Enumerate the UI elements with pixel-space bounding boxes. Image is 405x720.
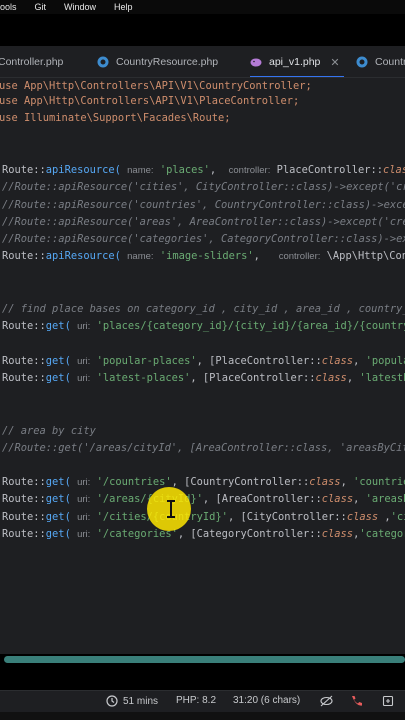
code-line: Route::get( uri: 'popular-places', [Plac… [2, 355, 405, 367]
tab-label: Country [375, 56, 405, 68]
code-comment: //Route::get('/areas/cityId', [AreaContr… [2, 442, 405, 454]
code-comment: // find place bases on category_id , cit… [2, 303, 405, 315]
menu-bar: ools Git Window Help [0, 0, 405, 14]
php-class-icon [356, 56, 368, 68]
horizontal-scrollbar[interactable] [4, 656, 405, 663]
caret-position[interactable]: 31:20 (6 chars) [233, 695, 300, 706]
tab-country-resource[interactable]: CountryResource.php [97, 46, 219, 77]
code-editor[interactable]: use App\Http\Controllers\API\V1\CountryC… [0, 78, 405, 654]
code-comment: // area by city [2, 425, 96, 437]
clock-icon [106, 695, 118, 707]
code-line: Route::get( uri: '/countries', [CountryC… [2, 476, 405, 488]
code-line: Route::get( uri: '/categories', [Categor… [2, 528, 405, 540]
php-class-icon [97, 56, 109, 68]
code-line: Route::apiResource( name: 'image-sliders… [2, 250, 405, 262]
code-line: Route::get( uri: 'places/{category_id}/{… [2, 320, 405, 332]
status-bar: 51 mins PHP: 8.2 31:20 (6 chars) [0, 690, 405, 712]
code-line: use Illuminate\Support\Facades\Route; [0, 112, 231, 124]
menu-item-tools[interactable]: ools [0, 2, 17, 12]
menu-item-help[interactable]: Help [114, 2, 133, 12]
code-line: use App\Http\Controllers\API\V1\PlaceCon… [0, 95, 300, 107]
code-comment: //Route::apiResource('categories', Categ… [2, 233, 405, 245]
editor-tab-bar: Controller.php CountryResource.php api_v… [0, 46, 405, 78]
code-line: Route::get( uri: '/cities/{countryId}', … [2, 511, 405, 523]
code-comment: //Route::apiResource('countries', Countr… [2, 199, 405, 211]
tab-api-v1[interactable]: api_v1.php ✕ [250, 46, 344, 77]
tab-label: CountryResource.php [116, 56, 219, 68]
inspection-icon[interactable] [382, 695, 399, 707]
window-bottom-edge [0, 712, 405, 720]
code-comment: //Route::apiResource('areas', AreaContro… [2, 216, 405, 228]
tab-label: api_v1.php [269, 56, 321, 68]
php-elephant-icon [250, 58, 262, 67]
text-cursor-icon [167, 500, 175, 518]
menu-item-window[interactable]: Window [64, 2, 96, 12]
tab-label: Controller.php [0, 56, 64, 68]
caret-position-label: 31:20 (6 chars) [233, 695, 301, 706]
no-eye-icon[interactable] [320, 695, 338, 707]
tab-controller[interactable]: Controller.php [0, 46, 64, 77]
php-version-label: PHP: 8.2 [176, 695, 217, 706]
time-label: 51 mins [123, 695, 159, 707]
phone-icon[interactable] [350, 695, 368, 707]
close-icon[interactable]: ✕ [330, 56, 339, 69]
code-comment: //Route::apiResource('cities', CityContr… [2, 181, 405, 193]
code-line: Route::get( uri: '/areas/{cityId}', [Are… [2, 493, 405, 505]
code-line: Route::get( uri: 'latest-places', [Place… [2, 372, 405, 384]
menu-item-git[interactable]: Git [35, 2, 47, 12]
time-tracker[interactable]: 51 mins [106, 695, 158, 707]
php-version[interactable]: PHP: 8.2 [176, 695, 216, 706]
code-line: Route::apiResource( name: 'places', cont… [2, 164, 405, 176]
tab-country[interactable]: Country [356, 46, 405, 77]
